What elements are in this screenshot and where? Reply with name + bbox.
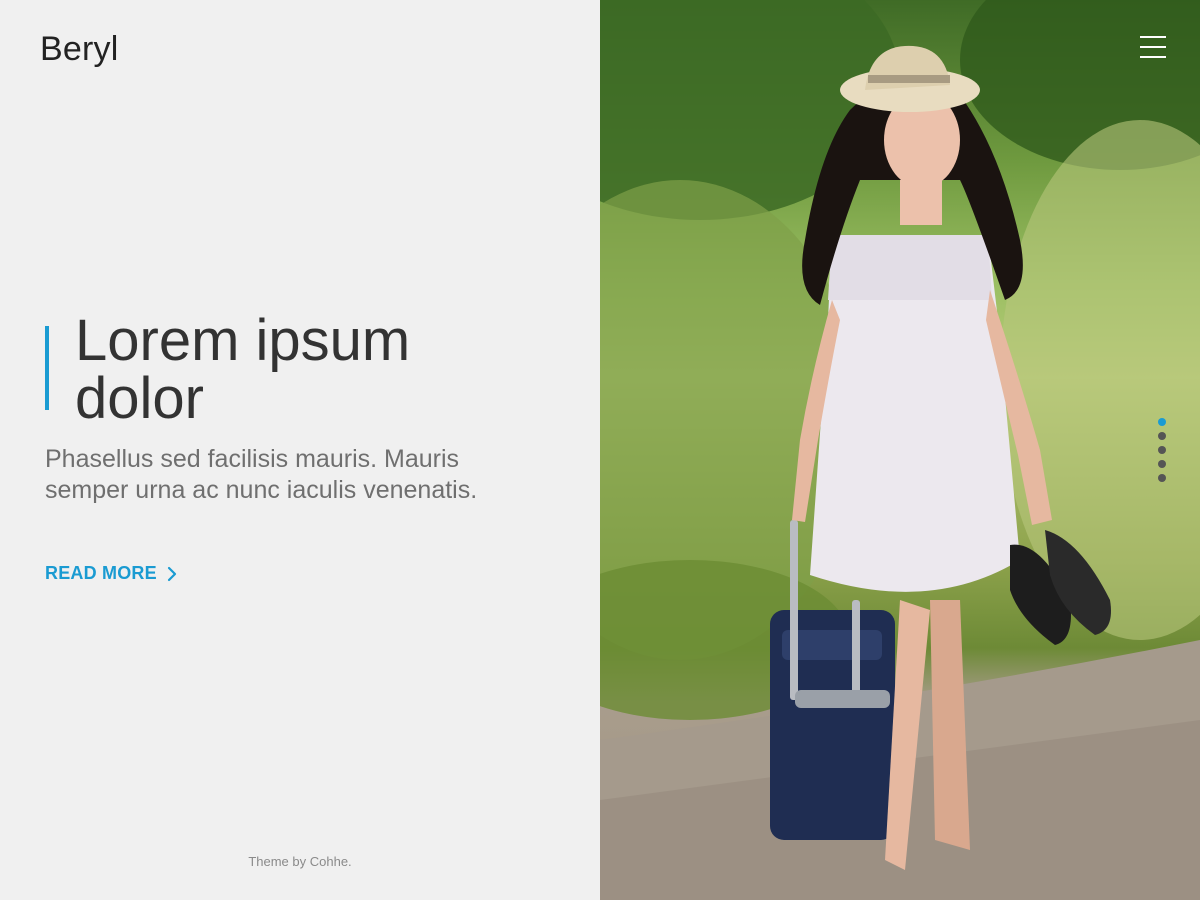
- slider-dot-3[interactable]: [1158, 446, 1166, 454]
- hero-image-panel: [600, 0, 1200, 900]
- chevron-right-icon: [167, 566, 177, 582]
- hero-text: Lorem ipsum dolor Phasellus sed facilisi…: [45, 312, 545, 506]
- headline-line-1: Lorem ipsum: [75, 308, 411, 373]
- headline-accent-bar: [45, 326, 49, 410]
- slider-dot-2[interactable]: [1158, 432, 1166, 440]
- hero-photo: [600, 0, 1200, 900]
- left-panel: Beryl Lorem ipsum dolor Phasellus sed fa…: [0, 0, 600, 900]
- slider-pagination: [1158, 418, 1166, 482]
- slider-dot-5[interactable]: [1158, 474, 1166, 482]
- hamburger-menu-icon[interactable]: [1140, 36, 1166, 60]
- slider-dot-1[interactable]: [1158, 418, 1166, 426]
- hero-subtitle: Phasellus sed facilisis mauris. Mauris s…: [45, 445, 478, 504]
- slider-dot-4[interactable]: [1158, 460, 1166, 468]
- read-more-link[interactable]: READ MORE: [45, 563, 177, 584]
- headline-wrap: Lorem ipsum dolor: [45, 312, 545, 428]
- footer-credit: Theme by Cohhe.: [248, 854, 352, 869]
- headline-line-2: dolor: [75, 366, 204, 431]
- site-logo[interactable]: Beryl: [40, 30, 118, 69]
- hero-headline: Lorem ipsum dolor: [75, 312, 545, 428]
- read-more-label: READ MORE: [45, 563, 157, 583]
